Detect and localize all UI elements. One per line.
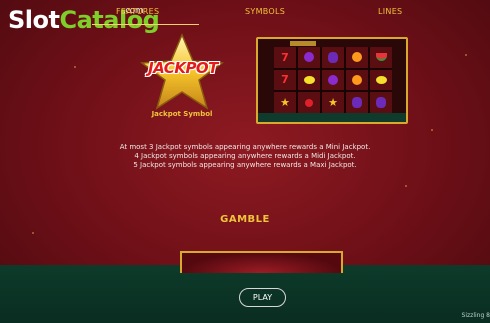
watermelon-icon <box>370 47 392 68</box>
sparkle-decoration <box>74 66 76 68</box>
grapes-icon <box>322 47 344 68</box>
game-title-footer: Sizzling 8 <box>461 312 490 319</box>
grapes-icon <box>346 92 368 113</box>
jackpot-logo-text: JACKPOT <box>148 59 218 77</box>
info-tabs: FEATURES SYMBOLS LINES <box>0 7 490 25</box>
jackpot-rule-maxi: 5 Jackpot symbols appearing anywhere rew… <box>133 161 357 169</box>
screen-control-bar <box>258 113 406 122</box>
screen-logo <box>290 41 316 46</box>
lemon-icon <box>370 69 392 91</box>
jackpot-star-icon: ★ <box>274 92 296 113</box>
jackpot-rule-mini: At most 3 Jackpot symbols appearing anyw… <box>119 143 371 151</box>
sparkle-decoration <box>431 129 433 131</box>
jackpot-symbol-caption: Jackpot Symbol <box>151 110 213 118</box>
cherry-icon <box>298 92 320 113</box>
jackpot-rule-midi: 4 Jackpot symbols appearing anywhere rew… <box>134 152 356 160</box>
reels-grid: 7 7 ★ ★ <box>274 47 392 113</box>
sparkle-decoration <box>405 185 407 187</box>
sparkle-decoration <box>465 54 467 56</box>
grapes-icon <box>370 92 392 113</box>
play-button[interactable]: PLAY <box>239 288 286 307</box>
orange-icon <box>346 69 368 91</box>
active-tab-underline <box>92 24 199 25</box>
plum-icon <box>298 47 320 68</box>
tab-symbols[interactable]: SYMBOLS <box>245 7 285 16</box>
tab-features[interactable]: FEATURES <box>116 7 159 16</box>
jackpot-symbol: JACKPOT <box>128 33 236 113</box>
jackpot-star-icon: ★ <box>322 92 344 113</box>
game-screen-preview: 7 7 ★ ★ <box>256 37 408 124</box>
sparkle-decoration <box>32 232 34 234</box>
seven-icon: 7 <box>274 47 296 68</box>
seven-icon: 7 <box>274 69 296 91</box>
lemon-icon <box>298 69 320 91</box>
orange-icon <box>346 47 368 68</box>
gamble-heading: GAMBLE <box>220 214 270 225</box>
gamble-screen-preview <box>180 251 343 273</box>
plum-icon <box>322 69 344 91</box>
tab-lines[interactable]: LINES <box>378 7 402 16</box>
